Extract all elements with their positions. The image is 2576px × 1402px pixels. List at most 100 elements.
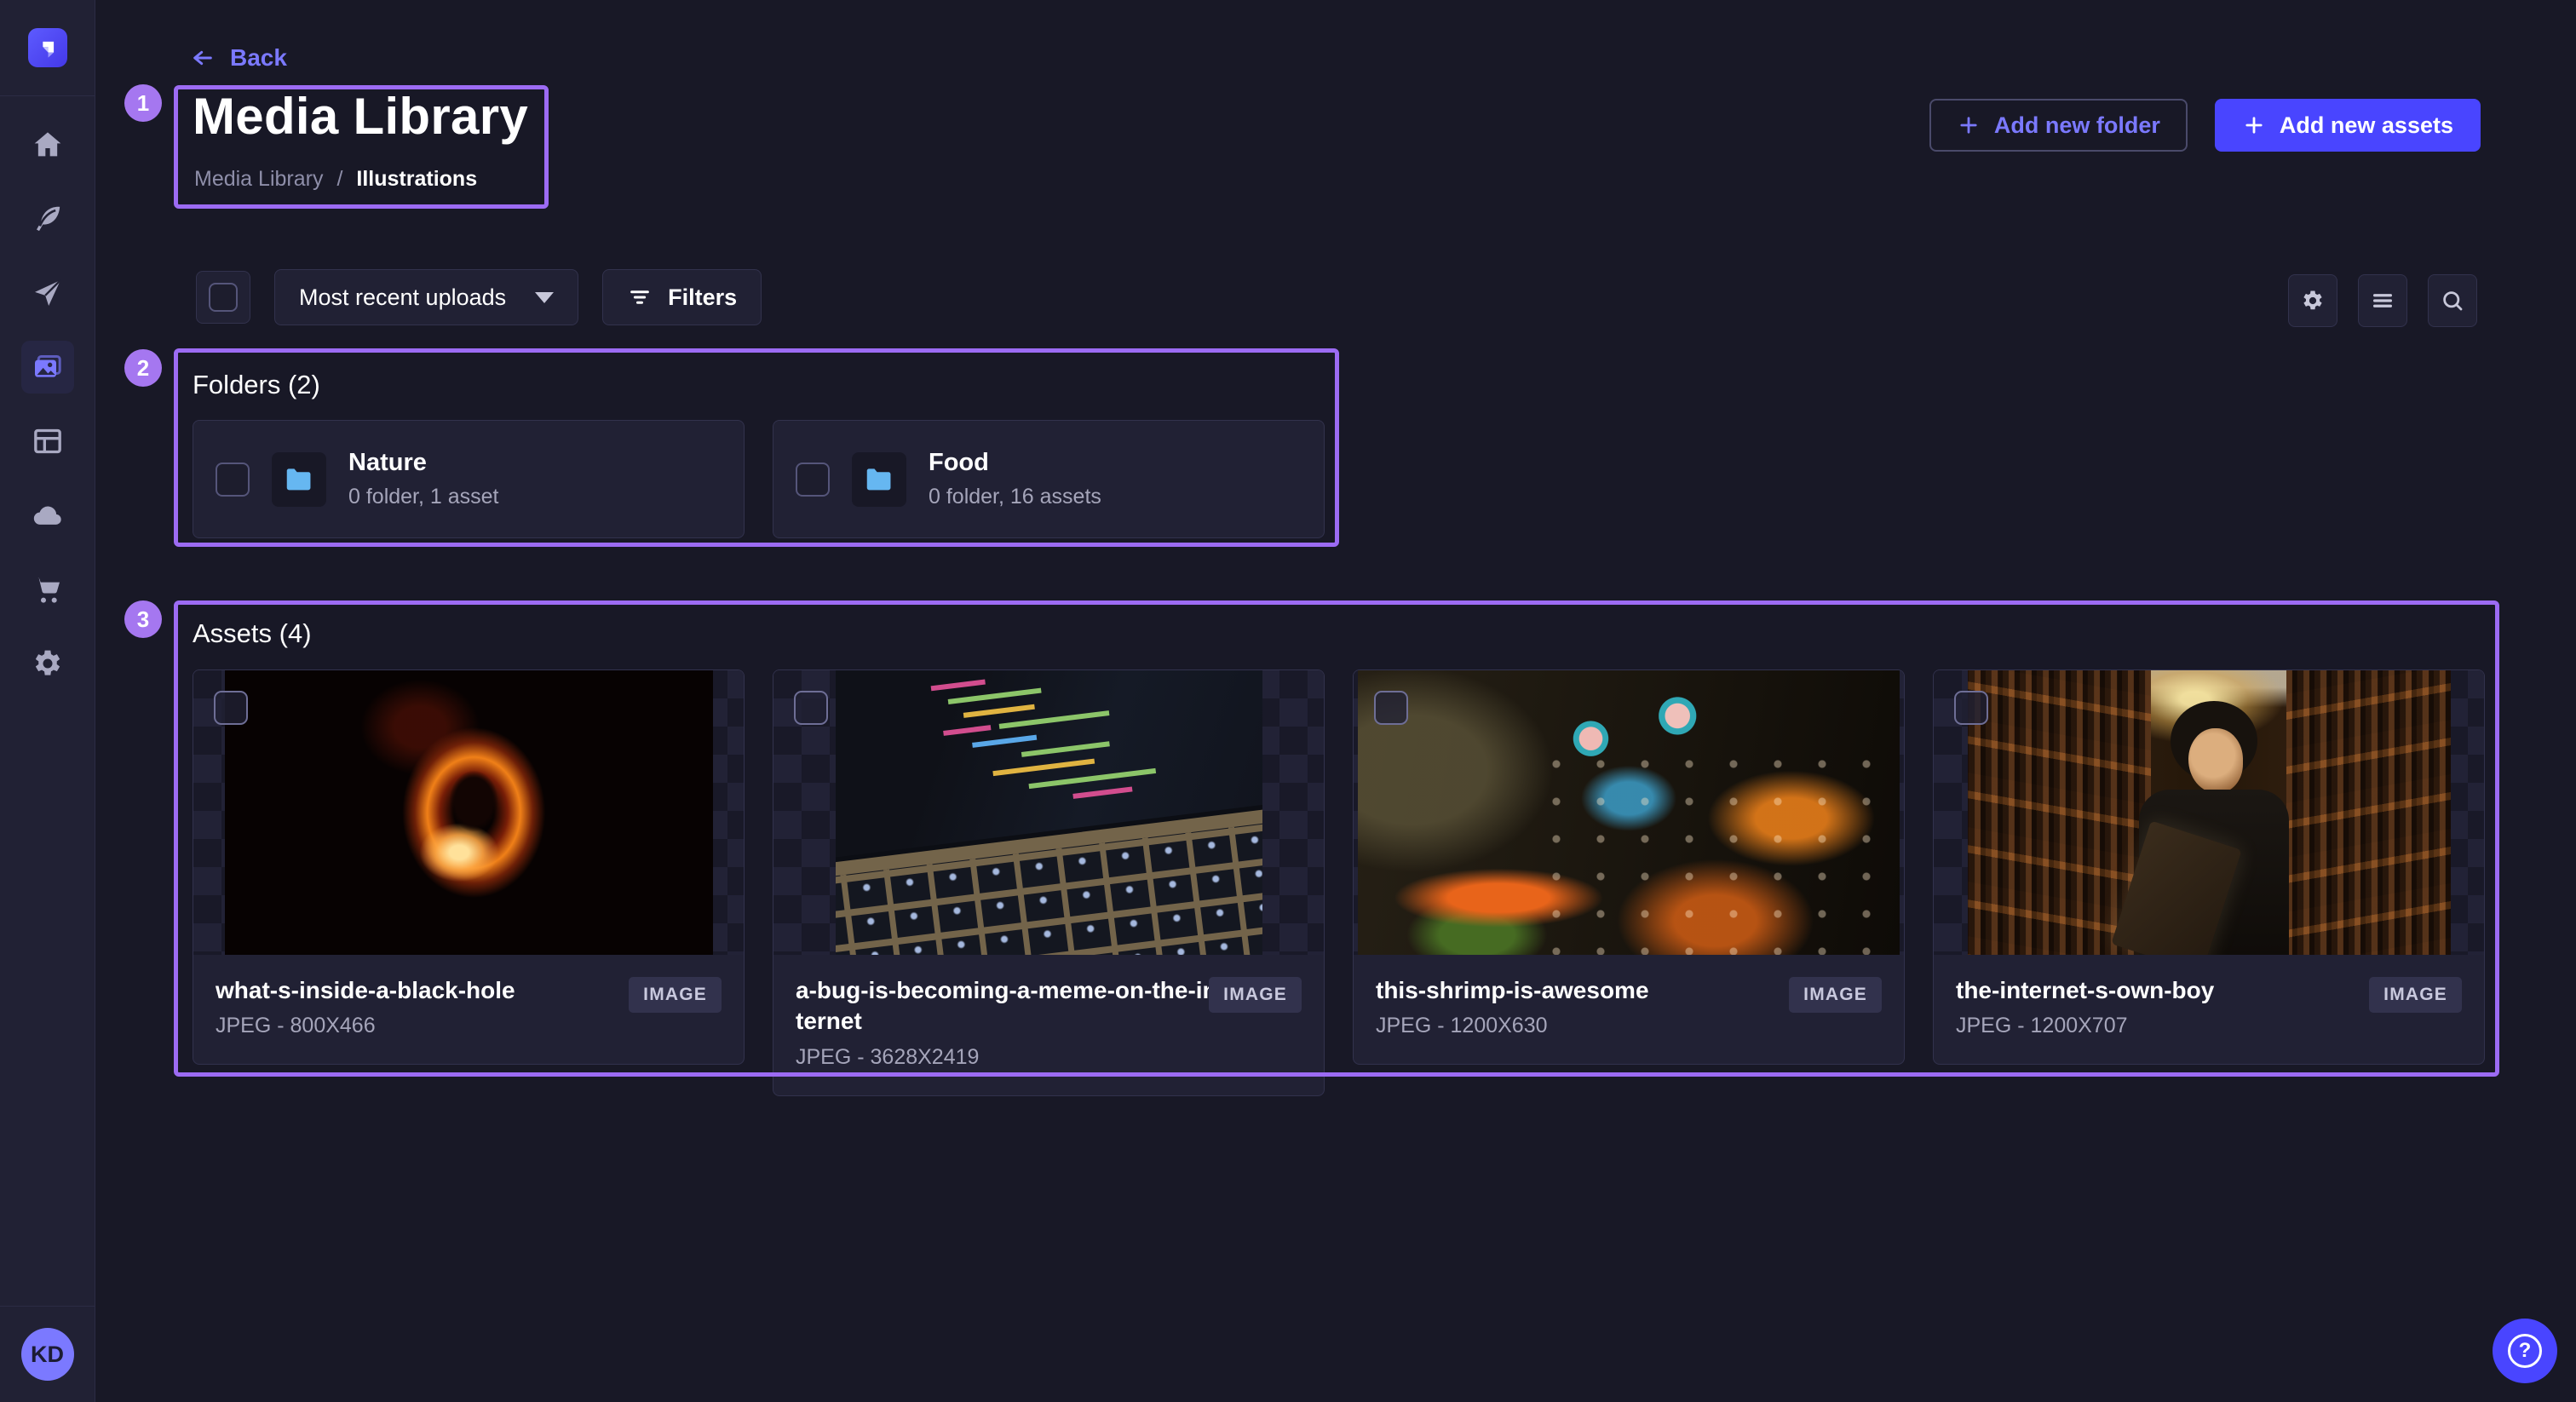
sidebar-item-home[interactable] xyxy=(21,118,74,171)
sidebar-item-settings[interactable] xyxy=(21,637,74,690)
feather-icon xyxy=(31,202,65,236)
header-actions: Add new folder Add new assets xyxy=(1929,99,2481,152)
logo-section xyxy=(0,0,95,96)
list-icon xyxy=(2370,288,2395,313)
filters-button[interactable]: Filters xyxy=(602,269,762,325)
asset-meta: JPEG - 1200X707 xyxy=(1956,1014,2462,1038)
person-silhouette xyxy=(2127,704,2301,955)
folder-name: Nature xyxy=(348,449,499,477)
folders-heading: Folders (2) xyxy=(193,370,1325,400)
asset-meta: JPEG - 3628X2419 xyxy=(796,1045,1302,1070)
images-icon xyxy=(31,350,65,384)
grid-settings-button[interactable] xyxy=(2288,274,2337,327)
folder-checkbox[interactable] xyxy=(216,463,250,497)
sort-dropdown[interactable]: Most recent uploads xyxy=(274,269,578,325)
cloud-icon xyxy=(31,498,65,532)
sidebar-item-content-manager[interactable] xyxy=(21,415,74,468)
asset-footer: this-shrimp-is-awesome JPEG - 1200X630 I… xyxy=(1354,955,1904,1064)
view-options xyxy=(2288,274,2477,327)
sidebar-item-releases[interactable] xyxy=(21,267,74,319)
select-all-button[interactable] xyxy=(196,271,250,324)
breadcrumb-root[interactable]: Media Library xyxy=(194,167,323,192)
main-content: Back Media Library Media Library / Illus… xyxy=(95,0,2576,1402)
asset-meta: JPEG - 800X466 xyxy=(216,1014,722,1038)
plus-icon xyxy=(2242,113,2266,137)
asset-card-internets-own-boy[interactable]: the-internet-s-own-boy JPEG - 1200X707 I… xyxy=(1933,669,2485,1065)
folder-meta: 0 folder, 1 asset xyxy=(348,485,499,509)
bookshelf-right xyxy=(2286,670,2451,955)
asset-footer: the-internet-s-own-boy JPEG - 1200X707 I… xyxy=(1934,955,2484,1064)
asset-checkbox[interactable] xyxy=(1374,691,1408,725)
sidebar-item-content[interactable] xyxy=(21,192,74,245)
layout-icon xyxy=(31,424,65,458)
paper-plane-icon xyxy=(31,276,65,310)
select-all-checkbox[interactable] xyxy=(209,283,238,312)
sidebar: KD xyxy=(0,0,95,1402)
assets-heading: Assets (4) xyxy=(193,618,2485,649)
back-link[interactable]: Back xyxy=(189,44,287,72)
add-folder-label: Add new folder xyxy=(1994,112,2160,139)
asset-meta: JPEG - 1200X630 xyxy=(1376,1014,1882,1038)
breadcrumb-separator: / xyxy=(336,167,342,192)
annotation-badge-1: 1 xyxy=(124,84,162,122)
person-face xyxy=(2188,728,2243,793)
filter-icon xyxy=(627,284,653,310)
library-portrait-image xyxy=(1968,670,2451,955)
asset-card-shrimp[interactable]: this-shrimp-is-awesome JPEG - 1200X630 I… xyxy=(1353,669,1905,1065)
avatar-section: KD xyxy=(0,1306,95,1402)
asset-grid: what-s-inside-a-black-hole JPEG - 800X46… xyxy=(193,669,2485,1096)
laptop-code-image xyxy=(836,670,1262,955)
folder-tile xyxy=(272,452,326,507)
assets-section: Assets (4) what-s-inside-a-black-hole JP… xyxy=(193,618,2485,1096)
folder-checkbox[interactable] xyxy=(796,463,830,497)
home-icon xyxy=(31,128,65,162)
asset-title: what-s-inside-a-black-hole xyxy=(216,975,641,1006)
asset-footer: what-s-inside-a-black-hole JPEG - 800X46… xyxy=(193,955,744,1064)
cart-icon xyxy=(31,572,65,606)
asset-checkbox[interactable] xyxy=(1954,691,1988,725)
sidebar-item-deploy[interactable] xyxy=(21,489,74,542)
sidebar-nav xyxy=(0,96,95,1306)
filters-label: Filters xyxy=(668,284,737,311)
add-new-assets-button[interactable]: Add new assets xyxy=(2215,99,2481,152)
folder-list: Nature 0 folder, 1 asset Food 0 folder, … xyxy=(193,420,1325,538)
strapi-logo[interactable] xyxy=(28,28,67,67)
avatar[interactable]: KD xyxy=(21,1328,74,1381)
folder-info: Nature 0 folder, 1 asset xyxy=(348,449,499,509)
asset-card-bug-meme[interactable]: a-bug-is-becoming-a-meme-on-the-internet… xyxy=(773,669,1325,1096)
list-view-button[interactable] xyxy=(2358,274,2407,327)
annotation-badge-2: 2 xyxy=(124,349,162,387)
add-new-folder-button[interactable]: Add new folder xyxy=(1929,99,2188,152)
asset-thumbnail xyxy=(773,670,1324,955)
folder-card-nature[interactable]: Nature 0 folder, 1 asset xyxy=(193,420,745,538)
asset-type-badge: IMAGE xyxy=(2369,977,2462,1013)
folder-meta: 0 folder, 16 assets xyxy=(929,485,1101,509)
asset-thumbnail xyxy=(1934,670,2484,955)
mantis-shrimp-image xyxy=(1358,670,1900,955)
chevron-down-icon xyxy=(535,292,554,303)
asset-title: the-internet-s-own-boy xyxy=(1956,975,2382,1006)
sidebar-item-marketplace[interactable] xyxy=(21,563,74,616)
sidebar-item-media-library[interactable] xyxy=(21,341,74,394)
toolbar: Most recent uploads Filters xyxy=(196,269,762,325)
strapi-logo-icon xyxy=(33,33,62,62)
asset-type-badge: IMAGE xyxy=(629,977,722,1013)
asset-checkbox[interactable] xyxy=(214,691,248,725)
sort-value: Most recent uploads xyxy=(299,284,506,311)
black-hole-image xyxy=(225,670,713,955)
back-arrow-icon xyxy=(189,44,216,72)
folder-tile xyxy=(852,452,906,507)
annotation-badge-3: 3 xyxy=(124,600,162,638)
search-button[interactable] xyxy=(2428,274,2477,327)
folder-card-food[interactable]: Food 0 folder, 16 assets xyxy=(773,420,1325,538)
asset-card-black-hole[interactable]: what-s-inside-a-black-hole JPEG - 800X46… xyxy=(193,669,745,1065)
add-assets-label: Add new assets xyxy=(2280,112,2453,139)
gear-icon xyxy=(2300,288,2326,313)
breadcrumb-current: Illustrations xyxy=(356,167,477,192)
asset-checkbox[interactable] xyxy=(794,691,828,725)
folder-info: Food 0 folder, 16 assets xyxy=(929,449,1101,509)
folder-icon xyxy=(283,463,315,496)
asset-title: this-shrimp-is-awesome xyxy=(1376,975,1802,1006)
search-icon xyxy=(2440,288,2465,313)
help-button[interactable]: ? xyxy=(2493,1319,2557,1383)
